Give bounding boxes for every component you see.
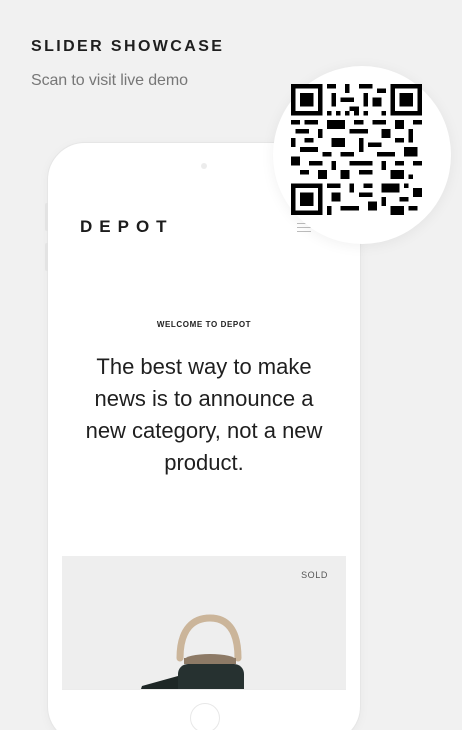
showcase-title: SLIDER SHOWCASE <box>31 38 225 55</box>
showcase-canvas: SLIDER SHOWCASE Scan to visit live demo … <box>0 0 462 730</box>
kettle-product-image <box>141 614 244 689</box>
brand-logo[interactable]: DEPOT <box>80 217 174 237</box>
product-card[interactable]: SOLD <box>62 556 346 689</box>
sold-badge: SOLD <box>301 570 328 580</box>
phone-volume-button <box>45 243 48 271</box>
phone-volume-button <box>45 203 48 231</box>
phone-home-button <box>190 703 220 730</box>
phone-camera <box>201 163 207 169</box>
qr-code-icon[interactable] <box>291 84 422 215</box>
hero-headline: The best way to make news is to announce… <box>85 354 323 475</box>
showcase-subtitle: Scan to visit live demo <box>31 72 188 89</box>
hero-eyebrow: WELCOME TO DEPOT <box>156 320 252 329</box>
phone-screen: DEPOT WELCOME TO DEPOT The best way to m… <box>62 193 346 690</box>
qr-bubble <box>273 66 451 244</box>
